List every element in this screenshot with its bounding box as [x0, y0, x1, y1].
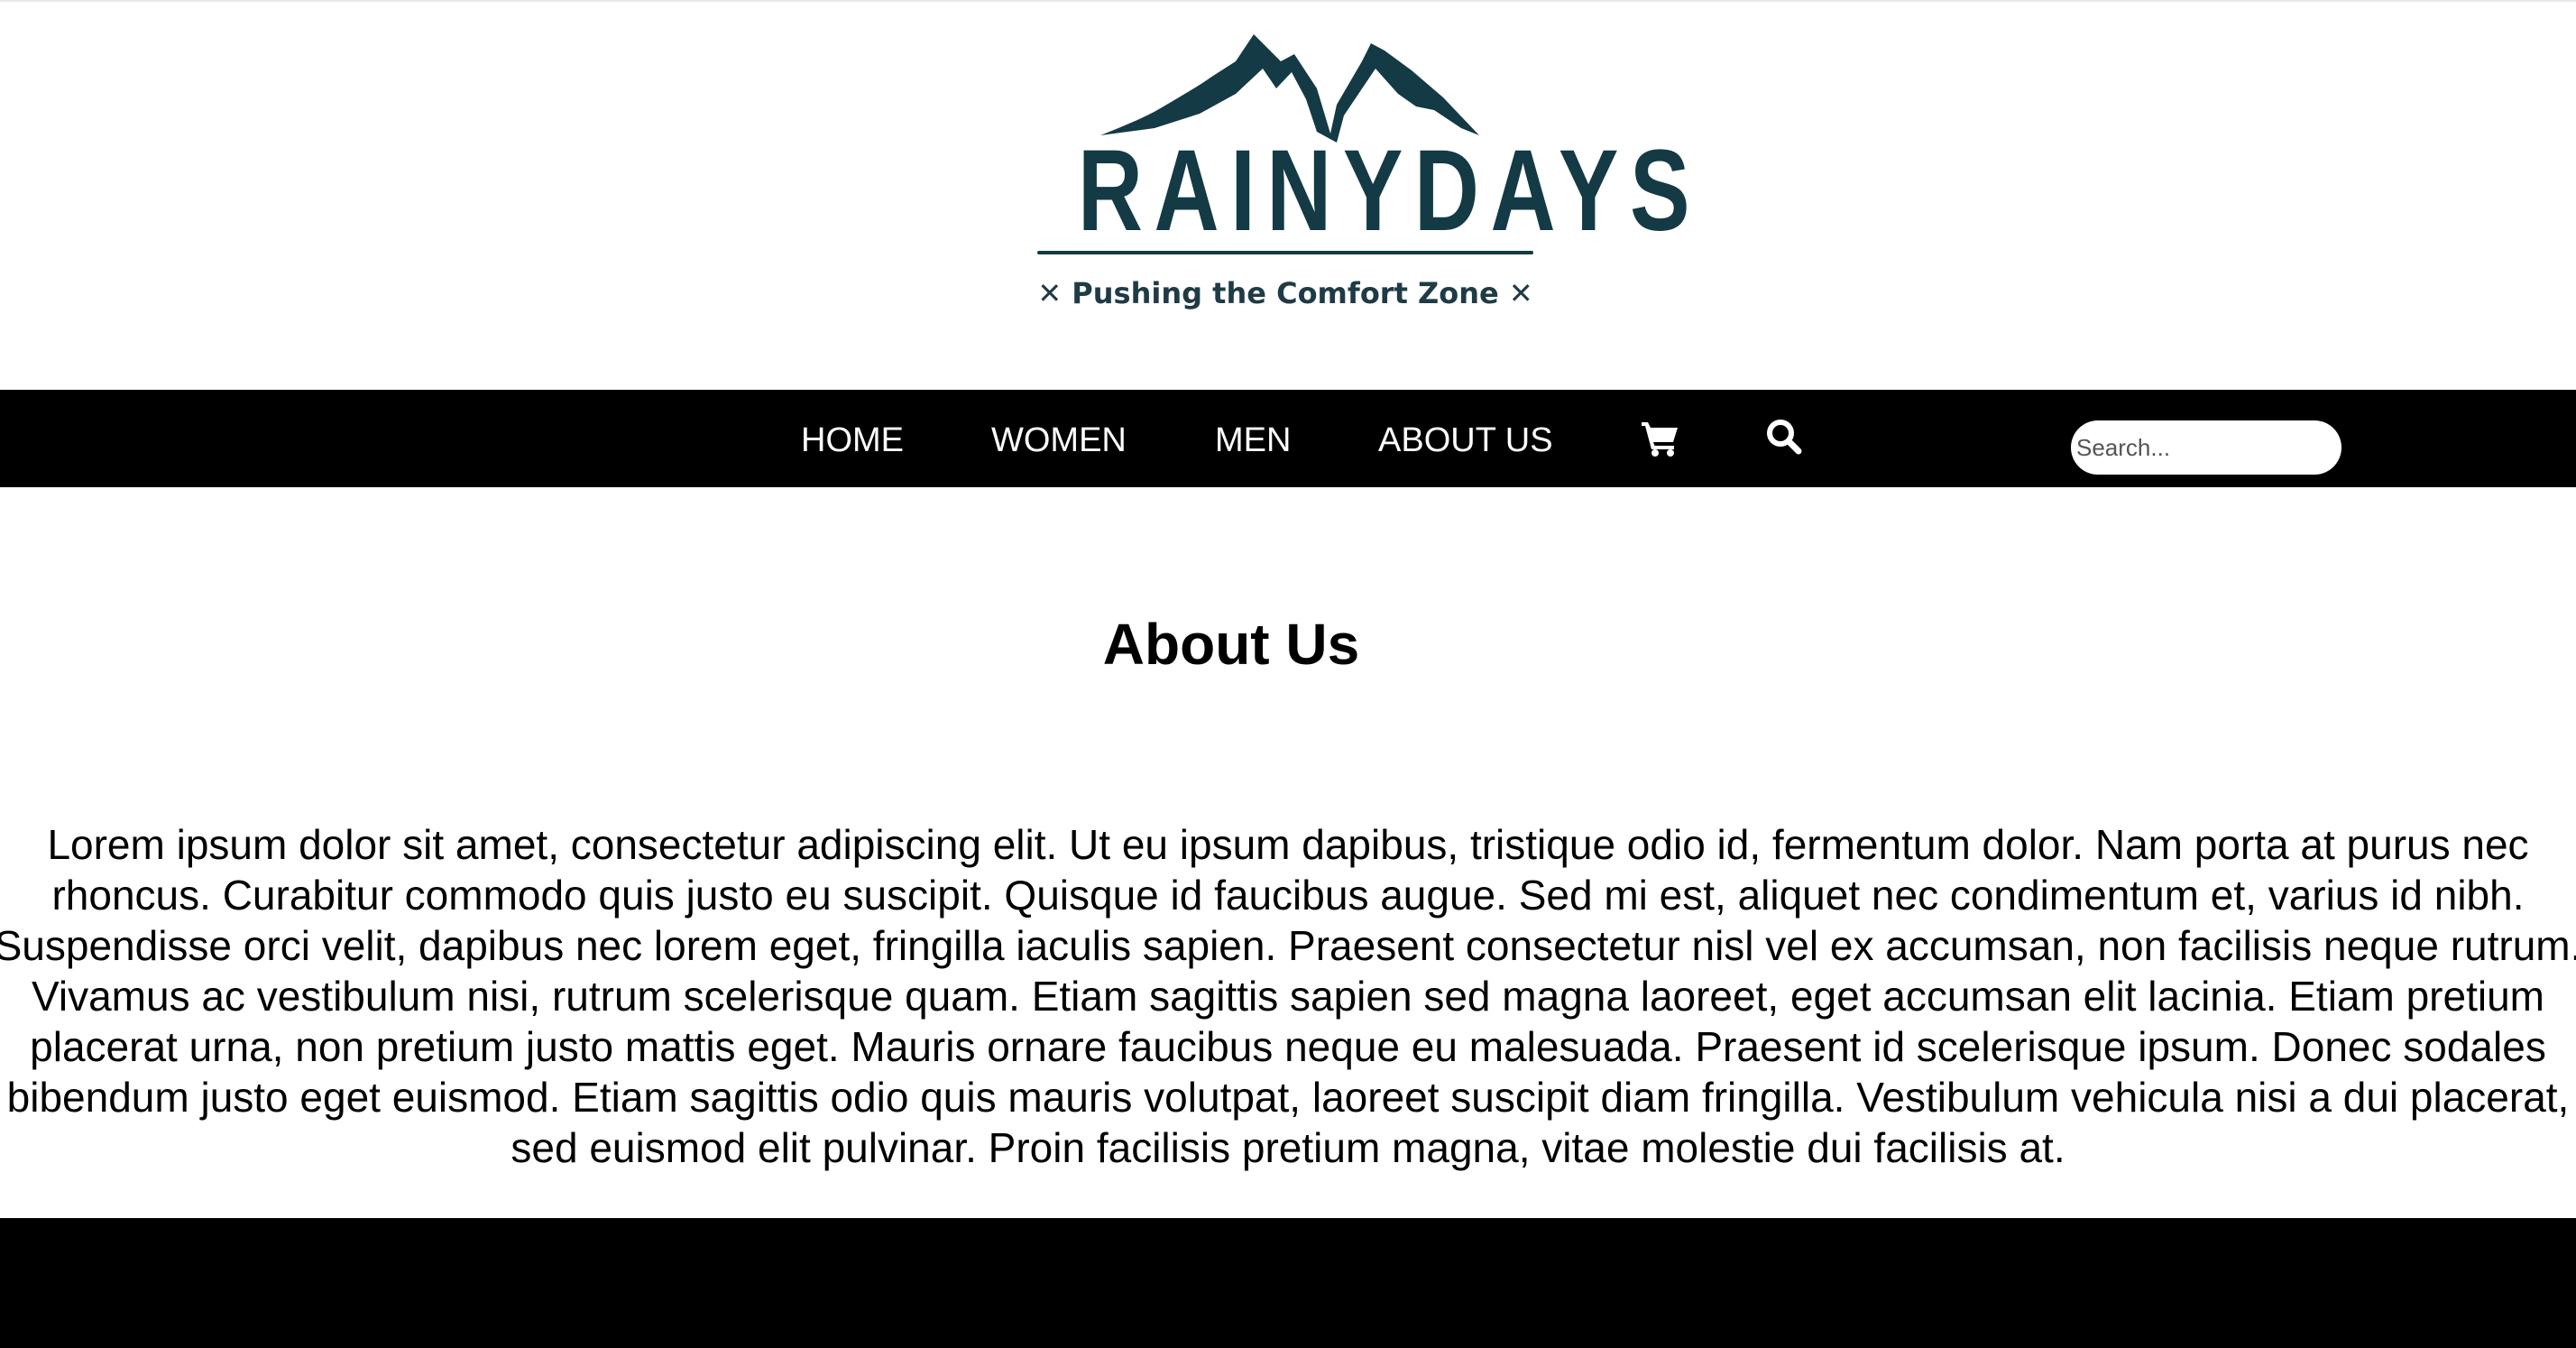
logo-wordmark: RAINYDAYS — [1077, 126, 1702, 255]
page-title: About Us — [1102, 612, 1360, 677]
logo-tagline: ✕ Pushing the Comfort Zone ✕ — [1037, 276, 1533, 310]
nav-about-link[interactable]: ABOUT US — [1378, 420, 1553, 460]
search-input[interactable] — [2071, 420, 2341, 475]
rainydays-logo[interactable]: RAINYDAYS ✕ Pushing the Comfort Zone ✕ — [1019, 34, 1702, 323]
cart-icon[interactable] — [1640, 417, 1681, 458]
site-footer — [0, 1218, 2576, 1348]
nav-women-link[interactable]: WOMEN — [991, 420, 1127, 460]
search-icon[interactable] — [1764, 417, 1806, 458]
page: RAINYDAYS ✕ Pushing the Comfort Zone ✕ H… — [0, 0, 2576, 1348]
nav-men-link[interactable]: MEN — [1215, 420, 1291, 460]
site-header: RAINYDAYS ✕ Pushing the Comfort Zone ✕ — [0, 0, 2576, 390]
nav-home-link[interactable]: HOME — [801, 420, 904, 460]
logo-underline — [1037, 251, 1533, 254]
main-navigation: HOME WOMEN MEN ABOUT US — [0, 390, 2576, 487]
about-paragraph: Lorem ipsum dolor sit amet, consectetur … — [0, 821, 2576, 1171]
